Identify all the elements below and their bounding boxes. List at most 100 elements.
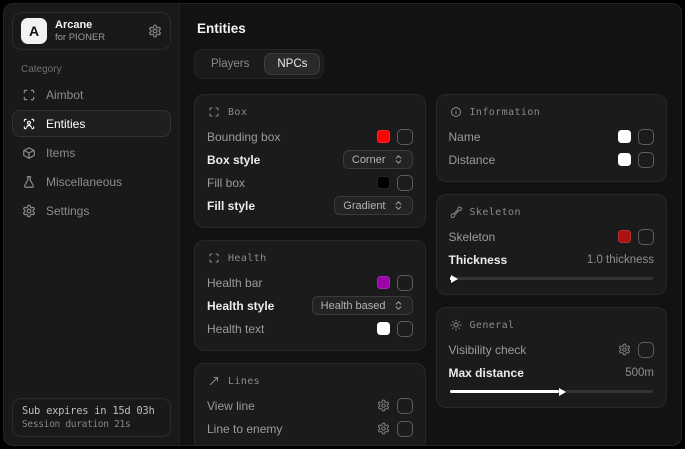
setting-row-bounding-box: Bounding box — [207, 125, 413, 148]
setting-row-fill-box: Fill box — [207, 171, 413, 194]
card-information: Information Name Distance — [436, 94, 668, 182]
app-name: Arcane — [55, 19, 105, 32]
setting-label: Max distance — [449, 366, 626, 380]
header-gear-icon[interactable] — [148, 24, 162, 38]
card-health: Health Health bar Health style Health ba… — [194, 240, 426, 351]
name-checkbox[interactable] — [638, 129, 654, 145]
user-scan-icon — [22, 117, 36, 131]
setting-label: Distance — [449, 153, 619, 167]
card-title: Health — [228, 253, 267, 264]
setting-label: Thickness — [449, 253, 587, 267]
setting-label: Health style — [207, 299, 312, 313]
color-swatch[interactable] — [377, 276, 390, 289]
color-swatch[interactable] — [377, 130, 390, 143]
crosshair-icon — [22, 88, 36, 102]
app-logo: A — [21, 18, 47, 44]
setting-row-box-style: Box style Corner — [207, 148, 413, 171]
scan-icon — [208, 106, 220, 118]
thickness-value: 1.0 thickness — [587, 254, 654, 266]
color-swatch[interactable] — [377, 322, 390, 335]
sidebar-item-label: Miscellaneous — [46, 175, 122, 189]
view-line-settings-gear-icon[interactable] — [377, 399, 390, 412]
sidebar-item-aimbot[interactable]: Aimbot — [12, 81, 171, 108]
line-to-enemy-checkbox[interactable] — [397, 421, 413, 437]
chevrons-up-down-icon — [393, 200, 404, 211]
color-swatch[interactable] — [618, 230, 631, 243]
page-title: Entities — [197, 21, 667, 36]
bounding-box-checkbox[interactable] — [397, 129, 413, 145]
card-title: Information — [470, 107, 541, 118]
category-label: Category — [21, 64, 171, 75]
sidebar: A Arcane for PIONER Category Aimbot Enti… — [4, 4, 180, 445]
setting-row-max-distance: Max distance 500m — [449, 361, 655, 384]
main-content: Entities Players NPCs Box Bounding box — [180, 4, 681, 445]
fill-box-checkbox[interactable] — [397, 175, 413, 191]
flask-icon — [22, 175, 36, 189]
fill-style-select[interactable]: Gradient — [334, 196, 412, 215]
info-icon — [450, 106, 462, 118]
sidebar-item-entities[interactable]: Entities — [12, 110, 171, 137]
setting-row-name: Name — [449, 125, 655, 148]
setting-row-line-to-enemy: Line to enemy — [207, 417, 413, 440]
bone-icon — [450, 206, 462, 218]
card-title: Lines — [228, 376, 260, 387]
sub-expiry-text: Sub expires in 15d 03h — [22, 405, 161, 417]
sun-icon — [450, 319, 462, 331]
sidebar-item-miscellaneous[interactable]: Miscellaneous — [12, 168, 171, 195]
chevrons-up-down-icon — [393, 154, 404, 165]
sidebar-item-label: Aimbot — [46, 88, 83, 102]
setting-row-visibility-check: Visibility check — [449, 338, 655, 361]
card-title: Skeleton — [470, 207, 521, 218]
health-text-checkbox[interactable] — [397, 321, 413, 337]
setting-row-fill-style: Fill style Gradient — [207, 194, 413, 217]
setting-label: Box style — [207, 153, 343, 167]
setting-label: View line — [207, 399, 377, 413]
slider-handle[interactable] — [451, 275, 458, 283]
setting-row-view-line: View line — [207, 394, 413, 417]
card-general: General Visibility check Max distance 50… — [436, 307, 668, 408]
sidebar-item-settings[interactable]: Settings — [12, 197, 171, 224]
app-header: A Arcane for PIONER — [12, 12, 171, 50]
sidebar-nav: Aimbot Entities Items Miscellaneous Sett… — [12, 81, 171, 224]
color-swatch[interactable] — [618, 153, 631, 166]
card-skeleton: Skeleton Skeleton Thickness 1.0 thicknes… — [436, 194, 668, 295]
sidebar-item-label: Items — [46, 146, 75, 160]
skeleton-checkbox[interactable] — [638, 229, 654, 245]
setting-row-health-text: Health text — [207, 317, 413, 340]
sidebar-item-label: Entities — [46, 117, 85, 131]
slider-handle[interactable] — [559, 388, 566, 396]
max-distance-value: 500m — [625, 367, 654, 379]
setting-label: Fill box — [207, 176, 377, 190]
card-title: Box — [228, 107, 247, 118]
setting-row-thickness: Thickness 1.0 thickness — [449, 248, 655, 271]
tab-npcs[interactable]: NPCs — [264, 53, 320, 75]
sidebar-item-label: Settings — [46, 204, 89, 218]
card-lines: Lines View line Line to enemy — [194, 363, 426, 445]
line-icon — [208, 375, 220, 387]
setting-label: Visibility check — [449, 343, 619, 357]
tab-players[interactable]: Players — [198, 53, 262, 75]
health-style-select[interactable]: Health based — [312, 296, 413, 315]
target-tabs: Players NPCs — [194, 49, 324, 79]
app-window: A Arcane for PIONER Category Aimbot Enti… — [3, 3, 682, 446]
distance-checkbox[interactable] — [638, 152, 654, 168]
setting-label: Name — [449, 130, 619, 144]
gear-icon — [22, 204, 36, 218]
setting-row-skeleton: Skeleton — [449, 225, 655, 248]
setting-row-health-style: Health style Health based — [207, 294, 413, 317]
thickness-slider[interactable] — [450, 277, 654, 280]
setting-row-health-bar: Health bar — [207, 271, 413, 294]
setting-label: Skeleton — [449, 230, 619, 244]
box-style-select[interactable]: Corner — [343, 150, 413, 169]
max-distance-slider[interactable] — [450, 390, 654, 393]
sidebar-item-items[interactable]: Items — [12, 139, 171, 166]
visibility-settings-gear-icon[interactable] — [618, 343, 631, 356]
chevrons-up-down-icon — [393, 300, 404, 311]
view-line-checkbox[interactable] — [397, 398, 413, 414]
line-to-enemy-settings-gear-icon[interactable] — [377, 422, 390, 435]
color-swatch[interactable] — [618, 130, 631, 143]
health-bar-checkbox[interactable] — [397, 275, 413, 291]
visibility-check-checkbox[interactable] — [638, 342, 654, 358]
color-swatch[interactable] — [377, 176, 390, 189]
setting-label: Health bar — [207, 276, 377, 290]
